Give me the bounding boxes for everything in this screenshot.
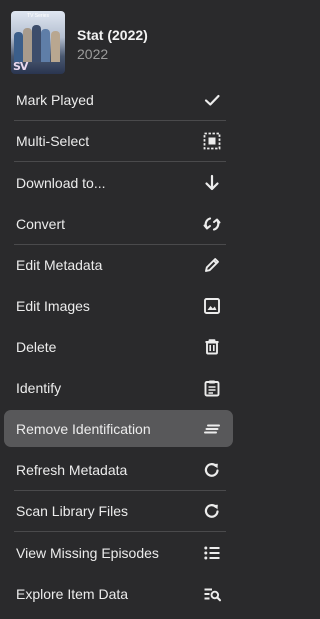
- item-title: Stat (2022): [77, 27, 148, 43]
- menu-item-download-to[interactable]: Download to...: [4, 164, 233, 201]
- list-search-icon: [202, 584, 222, 604]
- menu-item-label: Scan Library Files: [16, 502, 129, 519]
- menu-item-label: Multi-Select: [16, 132, 90, 149]
- menu-separator: [14, 120, 226, 121]
- menu-item-edit-metadata[interactable]: Edit Metadata: [4, 246, 233, 283]
- menu-item-view-missing-episodes[interactable]: View Missing Episodes: [4, 534, 233, 571]
- menu-item-label: Edit Metadata: [16, 256, 103, 273]
- item-year: 2022: [77, 46, 109, 62]
- item-header: TV Series SV Stat (2022) 2022: [0, 0, 240, 78]
- menu-item-remove-identification[interactable]: Remove Identification: [4, 410, 233, 447]
- menu-item-label: Explore Item Data: [16, 585, 129, 602]
- menu-item-label: Download to...: [16, 174, 106, 191]
- menu-separator: [14, 490, 226, 491]
- menu-item-label: Edit Images: [16, 297, 90, 314]
- poster-thumbnail: TV Series SV: [11, 11, 65, 74]
- remove-identification-icon: [202, 419, 222, 439]
- menu-item-label: View Missing Episodes: [16, 544, 159, 561]
- menu-separator: [14, 161, 226, 162]
- menu-item-convert[interactable]: Convert: [4, 205, 233, 242]
- menu-item-refresh-metadata[interactable]: Refresh Metadata: [4, 451, 233, 488]
- refresh-icon: [202, 501, 222, 521]
- menu-item-label: Convert: [16, 215, 66, 232]
- menu-item-label: Remove Identification: [16, 420, 151, 437]
- menu-separator: [14, 531, 226, 532]
- menu-item-identify[interactable]: Identify: [4, 369, 233, 406]
- download-arrow-icon: [202, 173, 222, 193]
- poster-network-text: TV Series: [27, 13, 49, 19]
- checkmark-icon: [202, 90, 222, 110]
- trash-icon: [202, 337, 222, 357]
- refresh-icon: [202, 460, 222, 480]
- context-menu: TV Series SV Stat (2022) 2022 Mark Playe…: [0, 0, 240, 619]
- multi-select-icon: [202, 131, 222, 151]
- list-icon: [202, 543, 222, 563]
- image-icon: [202, 296, 222, 316]
- pencil-icon: [202, 255, 222, 275]
- menu-item-edit-images[interactable]: Edit Images: [4, 287, 233, 324]
- convert-icon: [202, 214, 222, 234]
- menu-item-scan-library-files[interactable]: Scan Library Files: [4, 492, 233, 529]
- clipboard-icon: [202, 378, 222, 398]
- menu-separator: [14, 244, 226, 245]
- menu-item-label: Refresh Metadata: [16, 461, 128, 478]
- menu-item-label: Mark Played: [16, 91, 94, 108]
- menu-item-delete[interactable]: Delete: [4, 328, 233, 365]
- menu-item-explore-item-data[interactable]: Explore Item Data: [4, 575, 233, 612]
- menu-item-mark-played[interactable]: Mark Played: [4, 81, 233, 118]
- menu-item-multi-select[interactable]: Multi-Select: [4, 122, 233, 159]
- poster-logo: SV: [13, 60, 28, 73]
- menu-item-label: Identify: [16, 379, 62, 396]
- menu-item-label: Delete: [16, 338, 57, 355]
